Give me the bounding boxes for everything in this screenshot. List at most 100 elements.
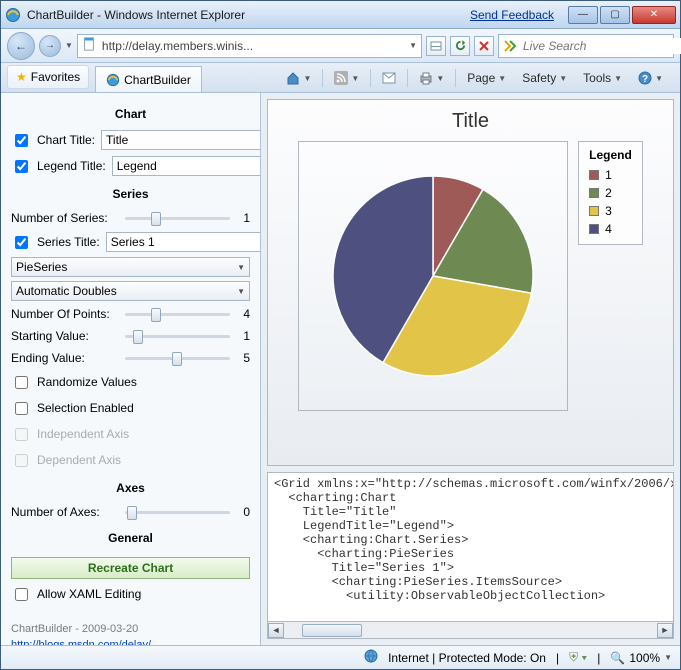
num-axes-slider[interactable] — [125, 503, 230, 521]
page-menu[interactable]: Page▼ — [460, 67, 513, 89]
legend-title-input[interactable] — [112, 156, 261, 176]
num-series-slider[interactable] — [125, 209, 230, 227]
scroll-right-arrow[interactable]: ► — [657, 623, 673, 638]
legend-title-label: Legend Title: — [37, 159, 106, 173]
tab-bar: ★ Favorites ChartBuilder ▼ ▼ ▼ Page▼ Saf… — [1, 63, 680, 93]
scroll-left-arrow[interactable]: ◄ — [268, 623, 284, 638]
svg-text:?: ? — [642, 74, 648, 85]
version-text: ChartBuilder - 2009-03-20 — [11, 623, 250, 635]
scroll-thumb[interactable] — [302, 624, 362, 637]
starting-value-slider[interactable] — [125, 327, 230, 345]
star-icon: ★ — [16, 70, 27, 84]
legend-swatch — [589, 206, 599, 216]
legend-item: 3 — [589, 202, 632, 220]
stop-button[interactable] — [474, 36, 494, 56]
read-mail-button[interactable] — [375, 67, 403, 89]
randomize-checkbox[interactable] — [15, 376, 28, 389]
close-button[interactable]: ✕ — [632, 6, 676, 24]
ending-value-slider[interactable] — [125, 349, 230, 367]
legend-item: 4 — [589, 220, 632, 238]
feeds-button[interactable]: ▼ — [327, 67, 366, 89]
settings-sidebar: Chart Chart Title: Legend Title: Series … — [1, 93, 261, 645]
allow-xaml-checkbox[interactable] — [15, 588, 28, 601]
minimize-button[interactable]: — — [568, 6, 598, 24]
protected-mode-text: Internet | Protected Mode: On — [388, 651, 546, 665]
search-bar[interactable]: ▼ 🔍 — [498, 34, 674, 58]
chart-title-text: Title — [452, 110, 489, 133]
print-button[interactable]: ▼ — [412, 67, 451, 89]
recreate-chart-button[interactable]: Recreate Chart — [11, 557, 250, 579]
chart-section-title: Chart — [11, 107, 250, 121]
tab-chartbuilder[interactable]: ChartBuilder — [95, 66, 202, 92]
indep-axis-checkbox — [15, 428, 28, 441]
num-points-label: Number Of Points: — [11, 307, 119, 321]
address-dropdown[interactable]: ▼ — [409, 41, 417, 50]
refresh-button[interactable] — [450, 36, 470, 56]
zoom-value: 100% — [629, 651, 660, 665]
num-points-value: 4 — [236, 307, 250, 321]
chart-title-input[interactable] — [101, 130, 261, 150]
back-button[interactable]: ← — [7, 32, 35, 60]
chart-title-checkbox[interactable] — [15, 134, 28, 147]
home-icon — [286, 71, 300, 85]
selection-checkbox[interactable] — [15, 402, 28, 415]
internet-zone-icon — [364, 649, 378, 666]
send-feedback-link[interactable]: Send Feedback — [470, 8, 554, 22]
tools-menu[interactable]: Tools▼ — [576, 67, 629, 89]
safety-menu[interactable]: Safety▼ — [515, 67, 574, 89]
num-axes-label: Number of Axes: — [11, 505, 119, 519]
search-provider-icon — [503, 39, 517, 53]
legend-title-checkbox[interactable] — [15, 160, 28, 173]
indep-axis-label: Independent Axis — [37, 427, 129, 441]
compat-view-button[interactable] — [426, 36, 446, 56]
home-button[interactable]: ▼ — [279, 67, 318, 89]
num-series-value: 1 — [236, 211, 250, 225]
series-title-input[interactable] — [106, 232, 261, 252]
legend-title-text: Legend — [589, 148, 632, 162]
search-input[interactable] — [521, 38, 681, 54]
value-mode-select[interactable]: Automatic Doubles▼ — [11, 281, 250, 301]
starting-value-label: Starting Value: — [11, 329, 119, 343]
selection-label: Selection Enabled — [37, 401, 134, 415]
axes-section-title: Axes — [11, 481, 250, 495]
printer-icon — [419, 71, 433, 85]
horizontal-scrollbar[interactable]: ◄ ► — [267, 622, 674, 639]
nav-history-dropdown[interactable]: ▼ — [65, 41, 73, 50]
series-type-select[interactable]: PieSeries▼ — [11, 257, 250, 277]
legend-swatch — [589, 224, 599, 234]
maximize-button[interactable]: ▢ — [600, 6, 630, 24]
num-axes-value: 0 — [236, 505, 250, 519]
address-input[interactable] — [100, 35, 405, 57]
allow-xaml-label: Allow XAML Editing — [37, 587, 141, 601]
randomize-label: Randomize Values — [37, 375, 137, 389]
help-button[interactable]: ?▼ — [631, 67, 670, 89]
general-section-title: General — [11, 531, 250, 545]
favorites-label: Favorites — [31, 70, 80, 84]
help-icon: ? — [638, 71, 652, 85]
legend-item-label: 4 — [605, 220, 612, 238]
legend-swatch — [589, 188, 599, 198]
mail-icon — [382, 72, 396, 84]
zoom-icon[interactable]: 🔍 — [610, 651, 625, 665]
legend-item: 2 — [589, 184, 632, 202]
ie-icon — [5, 7, 21, 23]
nav-bar: ← → ▼ ▼ ▼ 🔍 — [1, 29, 680, 63]
forward-button[interactable]: → — [39, 35, 61, 57]
legend-box: Legend 1234 — [578, 141, 643, 245]
legend-item-label: 3 — [605, 202, 612, 220]
series-section-title: Series — [11, 187, 250, 201]
xaml-output[interactable]: <Grid xmlns:x="http://schemas.microsoft.… — [267, 472, 674, 622]
tab-label: ChartBuilder — [124, 73, 191, 87]
series-title-checkbox[interactable] — [15, 236, 28, 249]
pie-plot — [298, 141, 568, 411]
address-bar[interactable]: ▼ — [77, 34, 422, 58]
security-icon[interactable]: ⛨ ▾ — [569, 650, 587, 665]
ending-value-label: Ending Value: — [11, 351, 119, 365]
favorites-button[interactable]: ★ Favorites — [7, 65, 89, 89]
zoom-dropdown[interactable]: ▼ — [664, 653, 672, 662]
num-points-slider[interactable] — [125, 305, 230, 323]
rss-icon — [334, 71, 348, 85]
dep-axis-checkbox — [15, 454, 28, 467]
titlebar: ChartBuilder - Windows Internet Explorer… — [1, 1, 680, 29]
dep-axis-label: Dependent Axis — [37, 453, 121, 467]
